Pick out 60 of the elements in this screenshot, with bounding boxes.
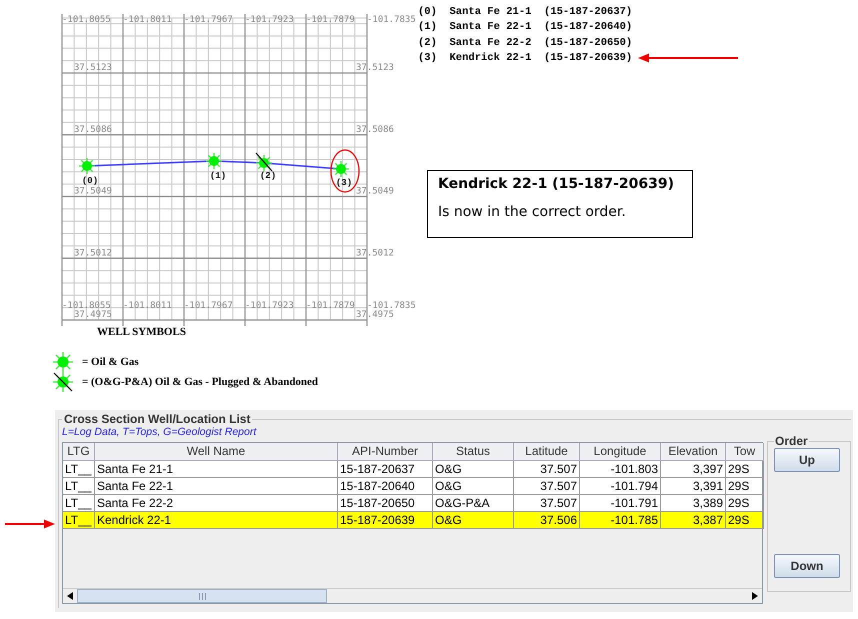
longitude-label: -101.8055 [62, 15, 111, 25]
left-arrow-icon [67, 592, 73, 600]
latitude-label: 37.5049 [74, 186, 112, 196]
move-up-button[interactable]: Up [774, 448, 840, 472]
well-list-entry: (3) Kendrick 22-1 (15-187-20639) [418, 52, 632, 64]
longitude-label: -101.8055 [62, 301, 111, 311]
column-header[interactable]: LTG [63, 443, 95, 461]
table-cell: 37.506 [514, 512, 580, 529]
table-row[interactable]: LT__ Santa Fe 22-2 15-187-20650 O&G-P&A 37.507 -101.791 3,389 29S [63, 495, 762, 512]
legend-title: WELL SYMBOLS [96, 326, 187, 338]
well-list-entry: (2) Santa Fe 22-2 (15-187-20650) [418, 36, 632, 49]
well-list-entry: (0) Santa Fe 21-1 (15-187-20637) [418, 6, 632, 18]
longitude-label: -101.7835 [367, 15, 416, 25]
panel-title: Cross Section Well/Location List [63, 412, 252, 426]
table-cell: 3,387 [661, 512, 726, 529]
well-number-label: (0) [82, 176, 98, 186]
legend-text: = Oil & Gas [82, 356, 139, 368]
horizontal-scrollbar[interactable] [63, 588, 762, 603]
well-number-label: (3) [336, 178, 352, 188]
longitude-label: -101.7879 [306, 15, 355, 25]
well-number-label: (1) [210, 171, 226, 181]
longitude-label: -101.7967 [184, 301, 233, 311]
column-header[interactable]: Status [433, 443, 514, 461]
right-arrow-icon [752, 592, 758, 600]
table-cell: -101.785 [580, 512, 661, 529]
longitude-label: -101.8011 [123, 301, 172, 311]
table-cell: O&G [433, 512, 514, 529]
column-header[interactable]: API-Number [338, 443, 433, 461]
latitude-label: 37.5123 [74, 63, 112, 73]
scrollbar-thumb[interactable] [77, 589, 327, 603]
table-cell: Kendrick 22-1 [95, 512, 338, 529]
latitude-label: 37.5012 [74, 248, 112, 258]
legend-text: = (O&G-P&A) Oil & Gas - Plugged & Abandoned [82, 376, 318, 388]
latitude-label: 37.5086 [74, 124, 112, 135]
move-down-button[interactable]: Down [774, 554, 840, 578]
column-header[interactable]: Longitude [580, 443, 661, 461]
longitude-label: -101.7923 [245, 301, 294, 311]
column-header[interactable]: Tow [726, 443, 764, 461]
longitude-label: -101.7967 [184, 15, 233, 25]
well-list-entry: (1) Santa Fe 22-1 (15-187-20640) [418, 21, 632, 34]
grip-icon [198, 592, 206, 600]
longitude-label: -101.7879 [306, 301, 355, 311]
column-header[interactable]: Latitude [514, 443, 580, 461]
order-title: Order [774, 434, 809, 448]
longitude-label: -101.7835 [367, 301, 416, 311]
column-header[interactable]: Well Name [95, 443, 338, 461]
longitude-label: -101.7923 [245, 15, 294, 25]
longitude-label: -101.8011 [123, 15, 172, 25]
table-row[interactable]: LT__ Kendrick 22-1 15-187-20639 O&G 37.506 -101.785 3,387 29S [63, 512, 762, 529]
table-row[interactable]: LT__ Santa Fe 22-1 15-187-20640 O&G 37.507 -101.794 3,391 29S [63, 478, 762, 495]
table-row[interactable]: LT__ Santa Fe 21-1 15-187-20637 O&G 37.507 -101.803 3,397 29S [63, 461, 762, 478]
table-cell: LT__ [63, 512, 95, 529]
latitude-label: 37.4975 [74, 310, 112, 320]
table-cell: 29S [726, 512, 764, 529]
well-number-label: (2) [260, 171, 276, 181]
callout-text: Is now in the correct order. [438, 204, 627, 220]
column-header[interactable]: Elevation [661, 443, 726, 461]
callout-title: Kendrick 22-1 (15-187-20639) [438, 176, 676, 192]
table-cell: 15-187-20639 [338, 512, 433, 529]
legend-note: L=Log Data, T=Tops, G=Geologist Report [62, 426, 258, 440]
